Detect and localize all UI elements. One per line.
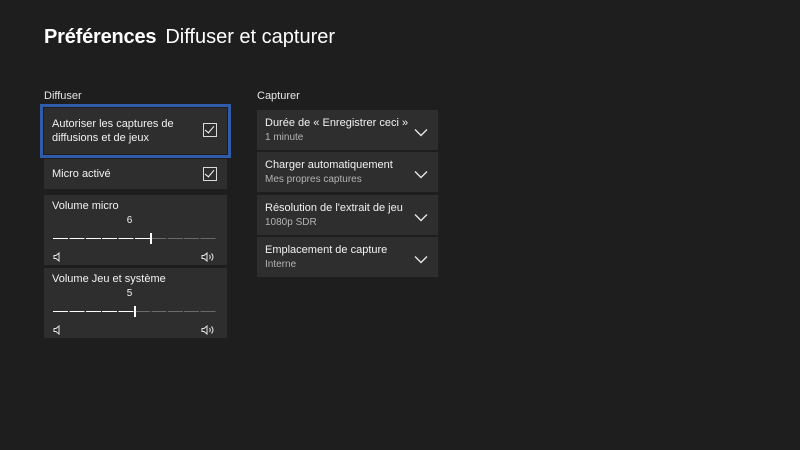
page-subtitle: Diffuser et capturer	[165, 26, 336, 48]
record-duration-dropdown[interactable]: Durée de « Enregistrer ceci » 1 minute	[257, 110, 438, 150]
dropdown-value: Mes propres captures	[265, 174, 362, 185]
volume-low-icon	[53, 249, 61, 267]
dropdown-title: Charger automatiquement	[265, 159, 393, 171]
chevron-down-icon	[414, 251, 428, 269]
broadcast-section-label: Diffuser	[44, 90, 82, 102]
game-volume-track[interactable]	[53, 306, 217, 318]
chevron-down-icon	[414, 209, 428, 227]
mic-volume-label: Volume micro	[52, 200, 119, 212]
dropdown-title: Emplacement de capture	[265, 244, 388, 256]
mic-volume-thumb[interactable]	[150, 233, 152, 244]
page-title: Préférences	[44, 26, 157, 48]
game-volume-label: Volume Jeu et système	[52, 273, 166, 285]
capture-location-dropdown[interactable]: Emplacement de capture Interne	[257, 237, 438, 277]
page-header: Préférences Diffuser et capturer	[44, 26, 335, 49]
checkbox-checked-icon	[203, 167, 217, 181]
game-volume-slider[interactable]: Volume Jeu et système 5	[44, 268, 227, 338]
mic-volume-slider[interactable]: Volume micro 6	[44, 195, 227, 265]
allow-captures-toggle[interactable]: Autoriser les captures de diffusions et …	[44, 108, 227, 154]
dropdown-title: Résolution de l'extrait de jeu	[265, 202, 403, 214]
volume-low-icon	[53, 322, 61, 340]
dropdown-value: Interne	[265, 259, 297, 270]
game-volume-value: 5	[126, 288, 133, 299]
mic-volume-value: 6	[126, 215, 133, 226]
dropdown-value: 1 minute	[265, 132, 304, 143]
capture-section-label: Capturer	[257, 90, 300, 102]
clip-resolution-dropdown[interactable]: Résolution de l'extrait de jeu 1080p SDR	[257, 195, 438, 235]
mic-enabled-label: Micro activé	[52, 168, 111, 180]
volume-high-icon	[201, 322, 215, 340]
checkbox-checked-icon	[203, 123, 217, 137]
game-volume-thumb[interactable]	[134, 306, 136, 317]
mic-enabled-toggle[interactable]: Micro activé	[44, 159, 227, 189]
chevron-down-icon	[414, 166, 428, 184]
auto-upload-dropdown[interactable]: Charger automatiquement Mes propres capt…	[257, 152, 438, 192]
mic-volume-track[interactable]	[53, 233, 217, 245]
dropdown-value: 1080p SDR	[265, 217, 317, 228]
allow-captures-label: Autoriser les captures de diffusions et …	[52, 118, 174, 144]
dropdown-title: Durée de « Enregistrer ceci »	[265, 117, 409, 129]
volume-high-icon	[201, 249, 215, 267]
chevron-down-icon	[414, 124, 428, 142]
